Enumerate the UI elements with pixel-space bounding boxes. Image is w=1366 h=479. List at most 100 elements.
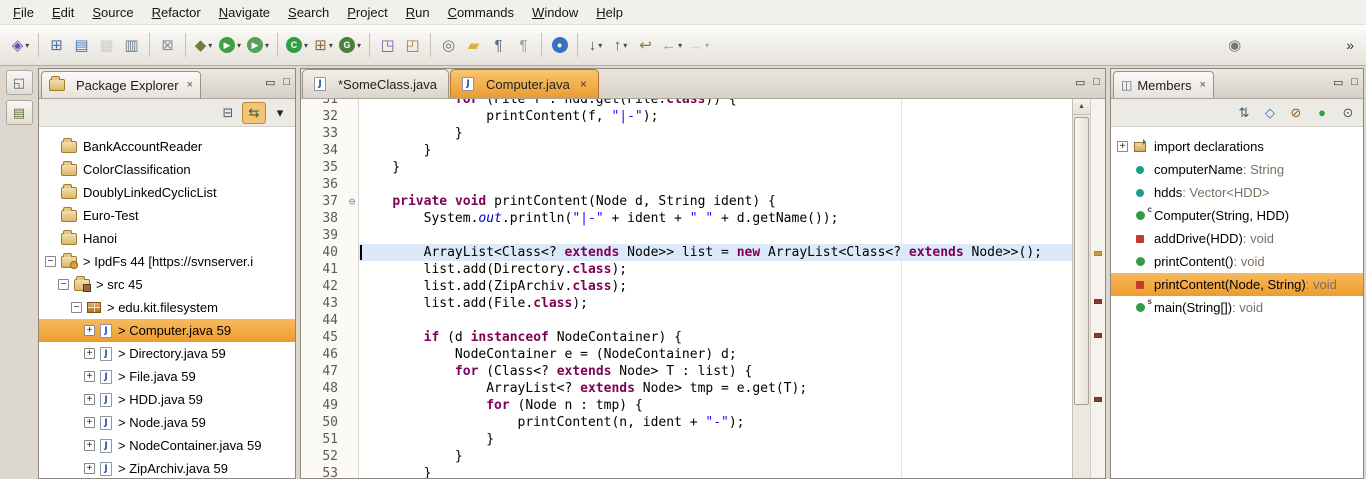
package-explorer-view-tab[interactable]: Package Explorer × xyxy=(41,71,201,98)
tree-item[interactable]: +J> Node.java 59 xyxy=(39,411,295,434)
scrollbar-thumb[interactable] xyxy=(1074,117,1089,405)
hide-local-types-button[interactable]: ⊙ xyxy=(1336,102,1360,124)
tree-item[interactable]: DoublyLinkedCyclicList xyxy=(39,181,295,204)
code-line-37[interactable]: 37⊖ private void printContent(Node d, St… xyxy=(301,193,1072,210)
tree-item[interactable]: +J> Directory.java 59 xyxy=(39,342,295,365)
tree-item[interactable]: +J> File.java 59 xyxy=(39,365,295,388)
hide-nonpublic-button[interactable]: ● xyxy=(1310,102,1334,124)
code-line-35[interactable]: 35 } xyxy=(301,159,1072,176)
open-editor-button[interactable]: ▤ xyxy=(69,31,94,59)
code-line-32[interactable]: 32 printContent(f, "|-"); xyxy=(301,108,1072,125)
menu-search[interactable]: Search xyxy=(279,1,338,24)
code-line-48[interactable]: 48 ArrayList<? extends Node> tmp = e.get… xyxy=(301,380,1072,397)
show-whitespace-button[interactable]: ¶ xyxy=(486,31,511,59)
generate-button[interactable]: G▾ xyxy=(336,31,364,59)
member-item[interactable]: printContent() : void xyxy=(1111,250,1363,273)
overview-ruler[interactable] xyxy=(1090,99,1105,478)
maximize-button[interactable]: □ xyxy=(283,76,290,89)
menu-project[interactable]: Project xyxy=(338,1,396,24)
last-edit-location-button[interactable]: ↩ xyxy=(633,31,658,59)
minimize-button[interactable]: ▭ xyxy=(1075,76,1085,89)
annotation-marker[interactable] xyxy=(1094,397,1102,402)
code-line-49[interactable]: 49 for (Node n : tmp) { xyxy=(301,397,1072,414)
members-view-tab[interactable]: ◫ Members × xyxy=(1113,71,1214,98)
expand-icon[interactable]: + xyxy=(84,463,95,474)
tree-item[interactable]: −> src 45 xyxy=(39,273,295,296)
link-with-editor-button[interactable]: ⇆ xyxy=(242,102,266,124)
tree-item[interactable]: ColorClassification xyxy=(39,158,295,181)
tree-item[interactable]: +J> ZipArchiv.java 59 xyxy=(39,457,295,478)
close-icon[interactable]: × xyxy=(580,77,587,91)
web-browser-button[interactable]: ● xyxy=(547,31,572,59)
member-item[interactable]: computerName : String xyxy=(1111,158,1363,181)
search-button[interactable]: ◎ xyxy=(436,31,461,59)
jar-export-button[interactable]: ◳ xyxy=(375,31,400,59)
close-icon[interactable]: × xyxy=(1200,79,1206,91)
scroll-up-icon[interactable]: ▲ xyxy=(1073,99,1090,115)
code-line-39[interactable]: 39 xyxy=(301,227,1072,244)
expand-icon[interactable]: + xyxy=(84,440,95,451)
member-item[interactable]: smain(String[]) : void xyxy=(1111,296,1363,319)
collapse-icon[interactable]: − xyxy=(45,256,56,267)
code-area[interactable]: 31 for (File f : hdd.get(File.class)) {3… xyxy=(301,99,1072,478)
annotation-marker[interactable] xyxy=(1094,333,1102,338)
new-wizard-button[interactable]: ◈▾ xyxy=(8,31,33,59)
back-button[interactable]: ←▾ xyxy=(658,31,685,59)
code-line-38[interactable]: 38 System.out.println("|-" + ident + " "… xyxy=(301,210,1072,227)
code-line-43[interactable]: 43 list.add(File.class); xyxy=(301,295,1072,312)
tree-item[interactable]: BankAccountReader xyxy=(39,135,295,158)
tree-item[interactable]: +J> NodeContainer.java 59 xyxy=(39,434,295,457)
external-tools-button[interactable]: ▶▾ xyxy=(244,31,272,59)
sort-button[interactable]: ⇅ xyxy=(1232,102,1256,124)
minimize-button[interactable]: ▭ xyxy=(265,76,275,89)
code-line-42[interactable]: 42 list.add(ZipArchiv.class); xyxy=(301,278,1072,295)
code-line-47[interactable]: 47 for (Class<? extends Node> T : list) … xyxy=(301,363,1072,380)
hide-fields-button[interactable]: ◇ xyxy=(1258,102,1282,124)
open-java-editor-button[interactable]: ▤ xyxy=(6,100,33,125)
expand-icon[interactable]: + xyxy=(84,394,95,405)
code-line-31[interactable]: 31 for (File f : hdd.get(File.class)) { xyxy=(301,99,1072,108)
view-menu-button[interactable]: ▾ xyxy=(268,102,292,124)
debug-button[interactable]: ◆▾ xyxy=(191,31,216,59)
collapse-icon[interactable]: − xyxy=(58,279,69,290)
mark-occurrences-button[interactable]: ▰ xyxy=(461,31,486,59)
editor-scrollbar[interactable]: ▲ xyxy=(1072,99,1090,478)
expand-icon[interactable]: + xyxy=(84,348,95,359)
pin-editor-button[interactable]: ◉ xyxy=(1222,31,1247,59)
menu-file[interactable]: File xyxy=(4,1,43,24)
build-all-button[interactable]: ⊠ xyxy=(155,31,180,59)
forward-button[interactable]: →▾ xyxy=(685,31,712,59)
collapse-all-button[interactable]: ⊟ xyxy=(216,102,240,124)
tree-item[interactable]: +J> Computer.java 59 xyxy=(39,319,295,342)
close-icon[interactable]: × xyxy=(187,79,193,91)
menu-source[interactable]: Source xyxy=(83,1,142,24)
code-line-46[interactable]: 46 NodeContainer e = (NodeContainer) d; xyxy=(301,346,1072,363)
menu-help[interactable]: Help xyxy=(587,1,632,24)
member-item[interactable]: printContent(Node, String) : void xyxy=(1111,273,1363,296)
restore-view-button[interactable]: ◱ xyxy=(6,70,33,95)
member-item[interactable]: hdds : Vector<HDD> xyxy=(1111,181,1363,204)
maximize-button[interactable]: □ xyxy=(1093,76,1100,89)
menu-commands[interactable]: Commands xyxy=(439,1,523,24)
annotation-marker[interactable] xyxy=(1094,299,1102,304)
member-item[interactable]: addDrive(HDD) : void xyxy=(1111,227,1363,250)
code-line-53[interactable]: 53 } xyxy=(301,465,1072,478)
editor-tab-computerjava[interactable]: JComputer.java× xyxy=(450,69,599,98)
previous-annotation-button[interactable]: ↑▾ xyxy=(608,31,633,59)
member-item[interactable]: +import declarations xyxy=(1111,135,1363,158)
toolbar-overflow-button[interactable]: » xyxy=(1342,37,1358,53)
code-line-33[interactable]: 33 } xyxy=(301,125,1072,142)
tree-item[interactable]: Euro-Test xyxy=(39,204,295,227)
print-button[interactable]: ▥ xyxy=(119,31,144,59)
menu-window[interactable]: Window xyxy=(523,1,587,24)
expand-icon[interactable]: + xyxy=(1117,141,1128,152)
code-line-51[interactable]: 51 } xyxy=(301,431,1072,448)
next-annotation-button[interactable]: ↓▾ xyxy=(583,31,608,59)
code-line-52[interactable]: 52 } xyxy=(301,448,1072,465)
minimize-button[interactable]: ▭ xyxy=(1333,76,1343,89)
expand-icon[interactable]: + xyxy=(84,417,95,428)
tree-item[interactable]: −> edu.kit.filesystem xyxy=(39,296,295,319)
code-line-41[interactable]: 41 list.add(Directory.class); xyxy=(301,261,1072,278)
block-selection-button[interactable]: ¶ xyxy=(511,31,536,59)
collapse-icon[interactable]: − xyxy=(71,302,82,313)
